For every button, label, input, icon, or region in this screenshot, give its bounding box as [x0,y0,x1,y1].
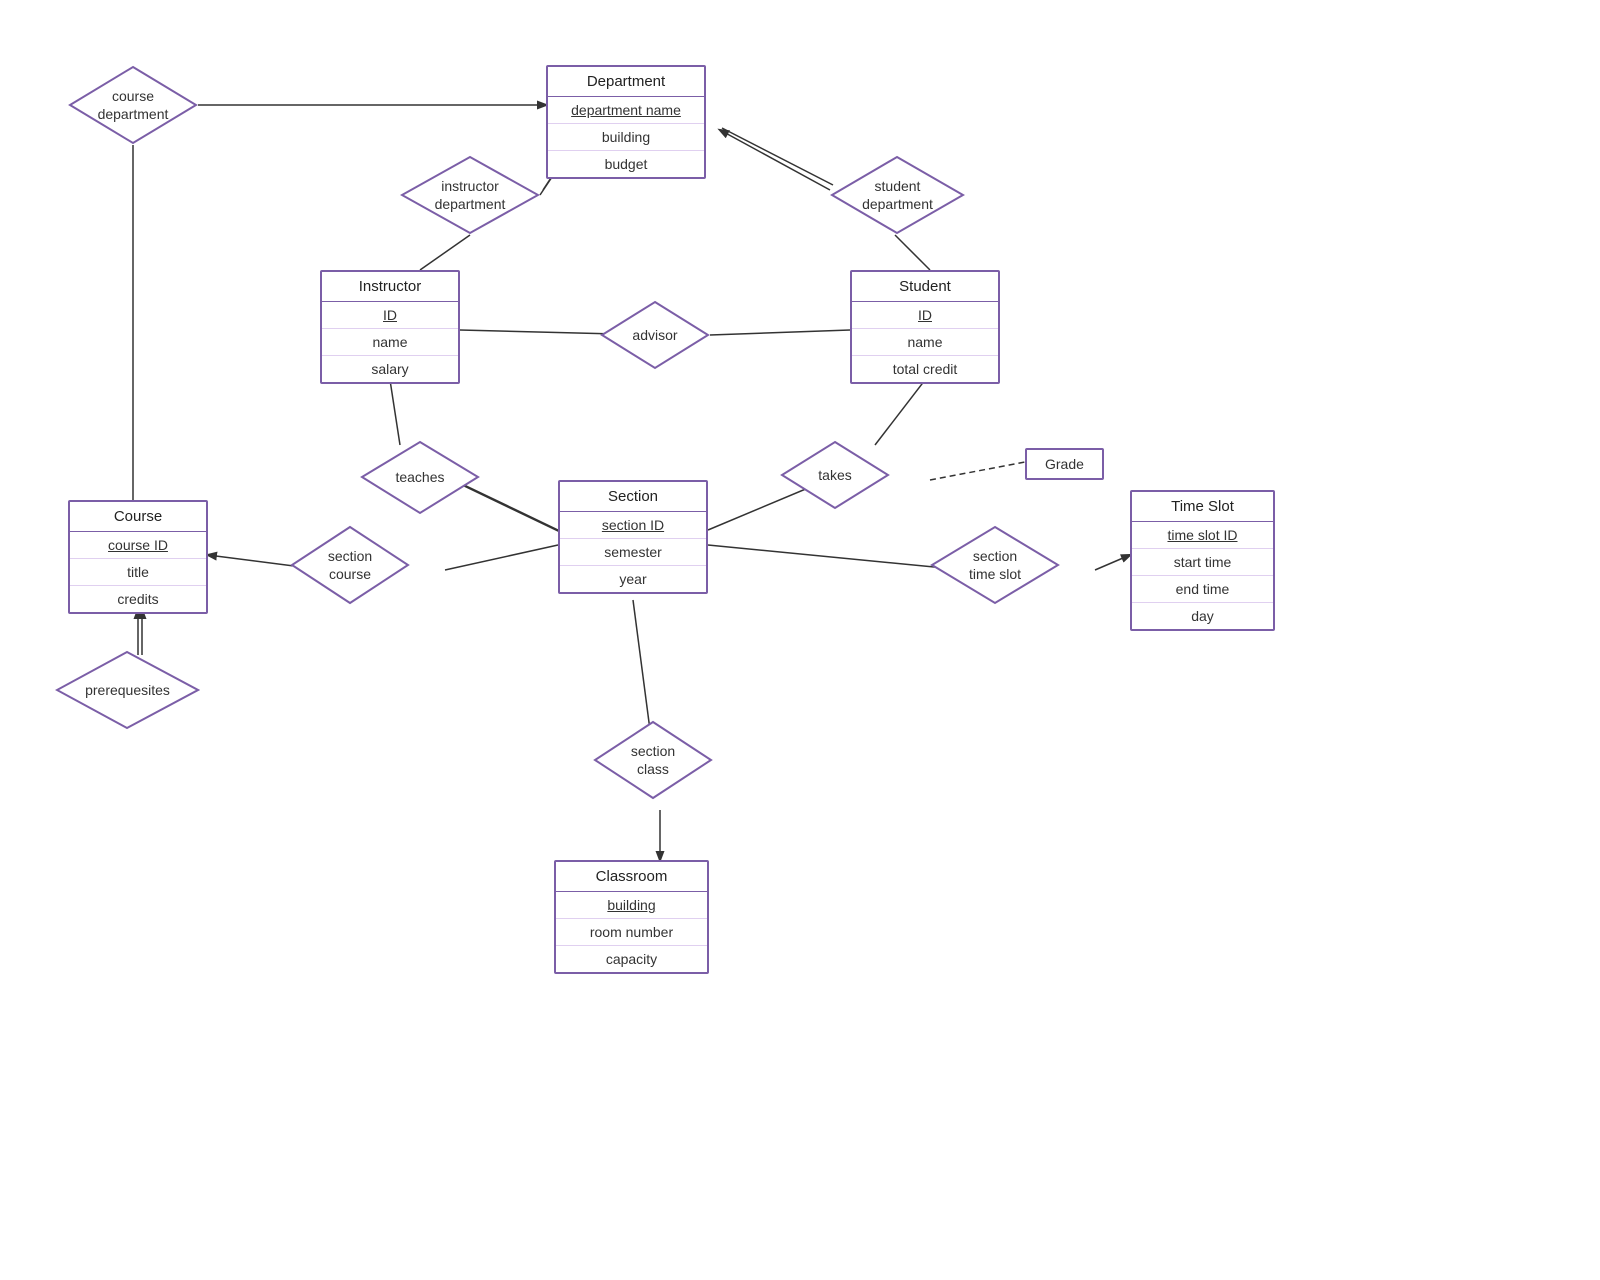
entity-instructor-attr-0: ID [322,302,458,329]
entity-student-attr-2: total credit [852,356,998,382]
er-diagram: Department department name building budg… [0,0,1600,1280]
diamond-section-timeslot: sectiontime slot [930,525,1060,605]
diamond-prerequesites: prerequesites [55,650,200,730]
entity-section: Section section ID semester year [558,480,708,594]
connections-svg [0,0,1600,1280]
entity-instructor-attr-1: name [322,329,458,356]
diamond-takes: takes [780,440,890,510]
diamond-advisor: advisor [600,300,710,370]
entity-classroom: Classroom building room number capacity [554,860,709,974]
diamond-student-department: studentdepartment [830,155,965,235]
entity-section-attr-2: year [560,566,706,592]
entity-course-attr-1: title [70,559,206,586]
diamond-section-course: sectioncourse [290,525,410,605]
entity-department-title: Department [548,67,704,97]
entity-timeslot-attr-2: end time [1132,576,1273,603]
entity-department-attr-2: budget [548,151,704,177]
entity-student-attr-1: name [852,329,998,356]
entity-section-title: Section [560,482,706,512]
entity-student-title: Student [852,272,998,302]
entity-classroom-attr-0: building [556,892,707,919]
entity-instructor-attr-2: salary [322,356,458,382]
grade-box: Grade [1025,448,1104,480]
entity-student: Student ID name total credit [850,270,1000,384]
diamond-course-department: coursedepartment [68,65,198,145]
entity-timeslot-attr-3: day [1132,603,1273,629]
entity-timeslot-title: Time Slot [1132,492,1273,522]
diamond-teaches: teaches [360,440,480,515]
entity-instructor-title: Instructor [322,272,458,302]
entity-timeslot-attr-1: start time [1132,549,1273,576]
entity-classroom-attr-1: room number [556,919,707,946]
entity-classroom-attr-2: capacity [556,946,707,972]
diamond-section-class: sectionclass [593,720,713,800]
entity-course: Course course ID title credits [68,500,208,614]
entity-course-attr-0: course ID [70,532,206,559]
entity-classroom-title: Classroom [556,862,707,892]
entity-course-title: Course [70,502,206,532]
entity-instructor: Instructor ID name salary [320,270,460,384]
entity-department-attr-1: building [548,124,704,151]
entity-department: Department department name building budg… [546,65,706,179]
diamond-instructor-department: instructordepartment [400,155,540,235]
entity-timeslot-attr-0: time slot ID [1132,522,1273,549]
entity-student-attr-0: ID [852,302,998,329]
entity-section-attr-0: section ID [560,512,706,539]
entity-section-attr-1: semester [560,539,706,566]
entity-department-attr-0: department name [548,97,704,124]
entity-timeslot: Time Slot time slot ID start time end ti… [1130,490,1275,631]
entity-course-attr-2: credits [70,586,206,612]
